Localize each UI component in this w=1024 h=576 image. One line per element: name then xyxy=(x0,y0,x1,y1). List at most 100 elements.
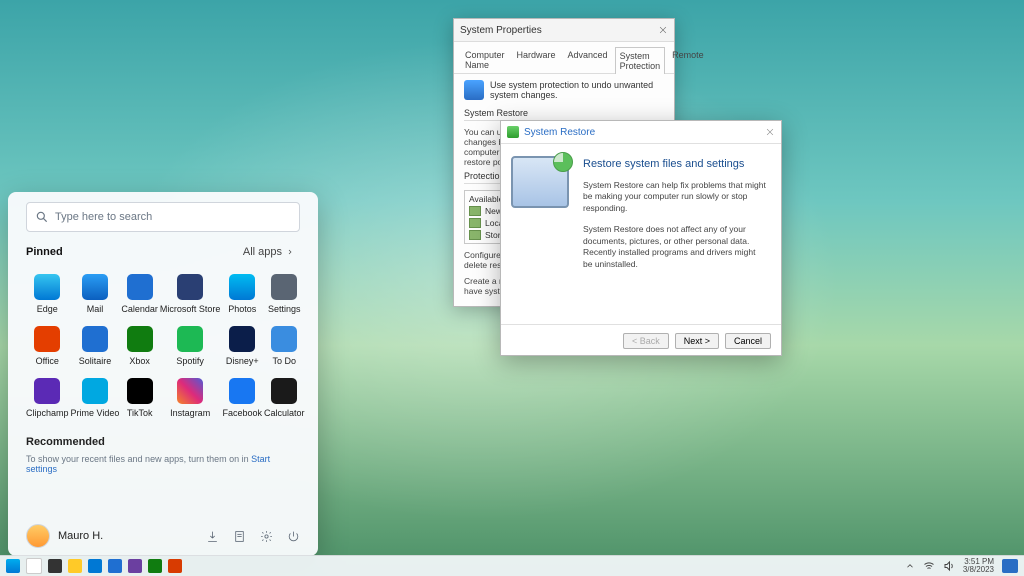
pinned-tile[interactable]: Xbox xyxy=(121,322,158,370)
tile-label: Settings xyxy=(268,304,301,314)
drive-icon xyxy=(469,218,481,228)
restore-icon xyxy=(507,126,519,138)
tab[interactable]: System Protection xyxy=(615,47,666,74)
pinned-tile[interactable]: Photos xyxy=(222,270,262,318)
app-icon xyxy=(34,326,60,352)
app-icon xyxy=(229,274,255,300)
power-icon[interactable] xyxy=(287,530,300,543)
tile-label: Mail xyxy=(87,304,104,314)
tile-label: Spotify xyxy=(176,356,204,366)
cancel-button[interactable]: Cancel xyxy=(725,333,771,349)
tile-label: Edge xyxy=(37,304,58,314)
pinned-tile[interactable]: Disney+ xyxy=(222,322,262,370)
tile-label: Prime Video xyxy=(71,408,120,418)
tab[interactable]: Hardware xyxy=(512,46,561,73)
tab[interactable]: Advanced xyxy=(563,46,613,73)
notifications-button[interactable] xyxy=(1002,559,1018,573)
app-icon xyxy=(177,326,203,352)
taskbar-app-3[interactable] xyxy=(148,559,162,573)
user-account-button[interactable]: Mauro H. xyxy=(26,524,103,548)
app-icon xyxy=(34,274,60,300)
tile-label: Xbox xyxy=(129,356,150,366)
settings-icon[interactable] xyxy=(260,530,273,543)
tab[interactable]: Computer Name xyxy=(460,46,510,73)
drive-icon xyxy=(469,206,481,216)
close-icon[interactable] xyxy=(765,127,775,137)
tile-label: Microsoft Store xyxy=(160,304,221,314)
pinned-tile[interactable]: Mail xyxy=(71,270,120,318)
pinned-tile[interactable]: To Do xyxy=(264,322,305,370)
pinned-tile[interactable]: Calculator xyxy=(264,374,305,422)
restore-graphic xyxy=(511,156,569,208)
app-icon xyxy=(229,378,255,404)
next-button[interactable]: Next > xyxy=(675,333,719,349)
file-explorer-button[interactable] xyxy=(68,559,82,573)
drive-icon xyxy=(469,230,481,240)
tile-label: Clipchamp xyxy=(26,408,69,418)
system-restore-group-label: System Restore xyxy=(464,108,528,118)
pinned-tile[interactable]: Microsoft Store xyxy=(160,270,221,318)
pinned-tile[interactable]: TikTok xyxy=(121,374,158,422)
all-apps-button[interactable]: All apps xyxy=(237,244,300,260)
app-icon xyxy=(271,274,297,300)
wizard-heading: Restore system files and settings xyxy=(583,158,767,170)
app-icon xyxy=(127,274,153,300)
taskbar-clock[interactable]: 3:51 PM 3/8/2023 xyxy=(963,558,994,574)
system-restore-wizard: System Restore Restore system files and … xyxy=(500,120,782,356)
tile-label: To Do xyxy=(272,356,296,366)
taskbar-app-1[interactable] xyxy=(108,559,122,573)
tile-label: Office xyxy=(36,356,59,366)
app-icon xyxy=(82,326,108,352)
tabstrip: Computer NameHardwareAdvancedSystem Prot… xyxy=(454,42,674,74)
app-icon xyxy=(34,378,60,404)
pinned-tile[interactable]: Spotify xyxy=(160,322,221,370)
app-icon xyxy=(177,274,203,300)
pinned-tile[interactable]: Facebook xyxy=(222,374,262,422)
app-icon xyxy=(177,378,203,404)
documents-icon[interactable] xyxy=(233,530,246,543)
tile-label: Calendar xyxy=(121,304,158,314)
pinned-tile[interactable]: Edge xyxy=(26,270,69,318)
tab[interactable]: Remote xyxy=(667,46,709,73)
taskbar: 3:51 PM 3/8/2023 xyxy=(0,555,1024,576)
pinned-tile[interactable]: Calendar xyxy=(121,270,158,318)
pinned-tile[interactable]: Settings xyxy=(264,270,305,318)
tile-label: TikTok xyxy=(127,408,153,418)
titlebar[interactable]: System Restore xyxy=(501,121,781,144)
pinned-tile[interactable]: Prime Video xyxy=(71,374,120,422)
back-button: < Back xyxy=(623,333,669,349)
search-placeholder: Type here to search xyxy=(55,211,152,223)
search-input[interactable]: Type here to search xyxy=(26,202,300,232)
pinned-tile[interactable]: Instagram xyxy=(160,374,221,422)
tile-label: Facebook xyxy=(222,408,262,418)
volume-icon[interactable] xyxy=(943,560,955,572)
taskbar-app-4[interactable] xyxy=(168,559,182,573)
edge-button[interactable] xyxy=(88,559,102,573)
close-icon[interactable] xyxy=(658,25,668,35)
start-button[interactable] xyxy=(6,559,20,573)
tile-label: Photos xyxy=(228,304,256,314)
task-view-button[interactable] xyxy=(48,559,62,573)
app-icon xyxy=(82,378,108,404)
pinned-grid: Edge Mail CalendarMicrosoft Store Photos Set… xyxy=(26,270,300,422)
tile-label: Calculator xyxy=(264,408,305,418)
wifi-icon[interactable] xyxy=(923,560,935,572)
app-icon xyxy=(229,326,255,352)
app-icon xyxy=(271,378,297,404)
titlebar[interactable]: System Properties xyxy=(454,19,674,42)
tile-label: Solitaire xyxy=(79,356,112,366)
pinned-tile[interactable]: Office xyxy=(26,322,69,370)
app-icon xyxy=(127,378,153,404)
taskbar-app-2[interactable] xyxy=(128,559,142,573)
pinned-tile[interactable]: Solitaire xyxy=(71,322,120,370)
avatar xyxy=(26,524,50,548)
downloads-icon[interactable] xyxy=(206,530,219,543)
desktop: { "start": { "search_placeholder": "Type… xyxy=(0,0,1024,576)
pinned-tile[interactable]: Clipchamp xyxy=(26,374,69,422)
app-icon xyxy=(271,326,297,352)
app-icon xyxy=(127,326,153,352)
chevron-up-icon[interactable] xyxy=(905,561,915,571)
search-button[interactable] xyxy=(26,558,42,574)
pinned-heading: Pinned xyxy=(26,246,63,258)
chevron-right-icon xyxy=(286,248,294,256)
